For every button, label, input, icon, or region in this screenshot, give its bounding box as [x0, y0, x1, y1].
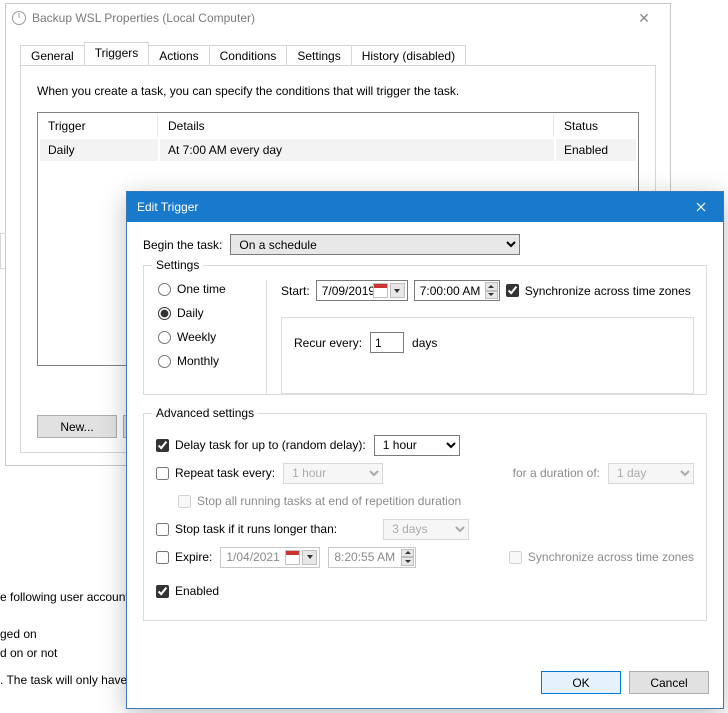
modal-titlebar: Edit Trigger	[127, 192, 723, 222]
close-icon[interactable]: ✕	[624, 10, 664, 27]
start-time-value: 7:00:00 AM	[420, 284, 481, 298]
expire-checkbox[interactable]: Expire:	[156, 550, 212, 564]
cell-status: Enabled	[556, 139, 636, 161]
sync-tz-checkbox[interactable]: Synchronize across time zones	[506, 284, 691, 298]
settings-group: Settings One time Daily Weekly Monthly S…	[143, 265, 707, 395]
repeat-checkbox[interactable]: Repeat task every:	[156, 466, 275, 480]
recur-value-input[interactable]	[370, 332, 404, 353]
repeat-for-label: for a duration of:	[513, 466, 600, 480]
delay-value-select[interactable]: 1 hour	[374, 435, 460, 456]
intro-text: When you create a task, you can specify …	[37, 84, 639, 98]
freq-weekly-label: Weekly	[177, 330, 216, 344]
modal-close-button[interactable]	[678, 192, 723, 222]
stop-all-checkbox[interactable]: Stop all running tasks at end of repetit…	[178, 494, 461, 508]
delay-label: Delay task for up to (random delay):	[175, 438, 366, 452]
recur-unit: days	[412, 336, 437, 350]
cell-trigger: Daily	[40, 139, 158, 161]
expire-time-picker[interactable]: 8:20:55 AM	[328, 547, 416, 568]
calendar-icon	[285, 550, 300, 565]
chevron-down-icon	[390, 283, 405, 298]
freq-monthly[interactable]: Monthly	[158, 354, 246, 368]
modal-footer: OK Cancel	[127, 661, 723, 708]
enabled-label: Enabled	[175, 584, 219, 598]
freq-monthly-label: Monthly	[177, 354, 219, 368]
settings-legend: Settings	[152, 258, 203, 272]
enabled-checkbox[interactable]: Enabled	[156, 584, 219, 598]
table-row[interactable]: Daily At 7:00 AM every day Enabled	[40, 139, 636, 161]
close-icon	[696, 202, 706, 212]
freq-weekly[interactable]: Weekly	[158, 330, 246, 344]
calendar-icon	[373, 283, 388, 298]
start-date-value: 7/09/2019	[322, 284, 375, 298]
tab-conditions[interactable]: Conditions	[209, 45, 288, 66]
start-date-picker[interactable]: 7/09/2019	[316, 280, 408, 301]
tab-history[interactable]: History (disabled)	[351, 45, 466, 66]
expire-date-value: 1/04/2021	[226, 550, 279, 564]
repeat-every-select[interactable]: 1 hour	[283, 463, 383, 484]
col-status[interactable]: Status	[556, 115, 636, 137]
recur-panel: Recur every: days	[281, 317, 694, 394]
sync-tz-label: Synchronize across time zones	[525, 284, 691, 298]
stop-if-checkbox[interactable]: Stop task if it runs longer than:	[156, 522, 337, 536]
bg-text: ged on	[0, 627, 37, 641]
begin-task-select[interactable]: On a schedule	[230, 234, 520, 255]
advanced-group: Advanced settings Delay task for up to (…	[143, 413, 707, 621]
bg-border-fragment	[0, 233, 6, 269]
expire-sync-checkbox[interactable]: Synchronize across time zones	[509, 550, 694, 564]
stop-if-value-select[interactable]: 3 days	[383, 519, 469, 540]
repeat-duration-select[interactable]: 1 day	[608, 463, 694, 484]
expire-date-picker[interactable]: 1/04/2021	[220, 547, 320, 568]
expire-sync-label: Synchronize across time zones	[528, 550, 694, 564]
bg-text: d on or not	[0, 646, 57, 660]
vertical-separator	[266, 280, 267, 394]
cell-details: At 7:00 AM every day	[160, 139, 554, 161]
cancel-button[interactable]: Cancel	[629, 671, 709, 694]
expire-time-value: 8:20:55 AM	[334, 550, 395, 564]
tab-actions[interactable]: Actions	[148, 45, 209, 66]
tabstrip: General Triggers Actions Conditions Sett…	[20, 42, 656, 65]
bg-text: e following user account	[0, 590, 129, 604]
stop-if-label: Stop task if it runs longer than:	[175, 522, 337, 536]
spinner-icon	[401, 549, 414, 566]
modal-title: Edit Trigger	[137, 200, 198, 214]
frequency-options: One time Daily Weekly Monthly	[156, 280, 252, 394]
col-trigger[interactable]: Trigger	[40, 115, 158, 137]
delay-checkbox[interactable]: Delay task for up to (random delay):	[156, 438, 366, 452]
begin-task-label: Begin the task:	[143, 238, 222, 252]
freq-daily[interactable]: Daily	[158, 306, 246, 320]
col-details[interactable]: Details	[160, 115, 554, 137]
advanced-legend: Advanced settings	[152, 406, 258, 420]
chevron-down-icon	[302, 550, 317, 565]
spinner-icon	[485, 282, 498, 299]
start-time-picker[interactable]: 7:00:00 AM	[414, 280, 500, 301]
tab-general[interactable]: General	[20, 45, 85, 66]
new-button[interactable]: New...	[37, 415, 117, 438]
freq-one-time[interactable]: One time	[158, 282, 246, 296]
parent-title: Backup WSL Properties (Local Computer)	[32, 11, 255, 25]
repeat-label: Repeat task every:	[175, 466, 275, 480]
tab-triggers[interactable]: Triggers	[84, 42, 150, 65]
stop-all-label: Stop all running tasks at end of repetit…	[197, 494, 461, 508]
parent-titlebar: Backup WSL Properties (Local Computer) ✕	[6, 4, 670, 32]
freq-daily-label: Daily	[177, 306, 204, 320]
bg-text: . The task will only have	[0, 673, 127, 687]
edit-trigger-dialog: Edit Trigger Begin the task: On a schedu…	[126, 191, 724, 709]
tab-settings[interactable]: Settings	[286, 45, 351, 66]
expire-label: Expire:	[175, 550, 212, 564]
ok-button[interactable]: OK	[541, 671, 621, 694]
start-label: Start:	[281, 284, 310, 298]
recur-label: Recur every:	[294, 336, 362, 350]
clock-icon	[12, 11, 26, 25]
freq-one-time-label: One time	[177, 282, 226, 296]
